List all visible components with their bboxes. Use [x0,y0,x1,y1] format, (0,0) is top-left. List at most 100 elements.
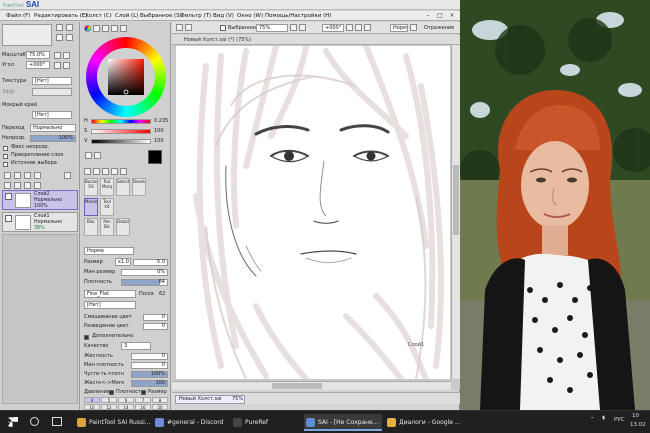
saturation-slider[interactable] [91,129,151,134]
clear-color-icon[interactable] [85,152,92,159]
zoom-select[interactable]: 75% [256,24,288,32]
layer-mask-icon[interactable] [34,172,41,179]
pressure-size-checkbox[interactable] [141,390,146,395]
rotate-reset-icon[interactable] [364,24,371,31]
details-tool[interactable]: Details [116,218,130,236]
hardness-slider[interactable]: 0 [131,353,168,360]
swap-color-icon[interactable] [94,152,101,159]
brush-size-preset[interactable]: 4 [84,397,100,403]
hsv-slider-mode-icon[interactable] [102,25,109,32]
taskbar-item[interactable]: #general - Discord [153,414,228,431]
preserve-opacity-checkbox[interactable] [3,146,8,151]
menu-selection[interactable]: Выбранное (S) [140,13,182,19]
move-icon[interactable] [84,168,91,175]
zoom-in-icon[interactable] [290,24,297,31]
delete-layer-icon[interactable] [34,182,41,189]
texture-select[interactable]: [Нет] [32,77,72,85]
primary-color-swatch[interactable] [148,150,162,164]
rotate-icon[interactable] [102,168,109,175]
horizontal-scroll-thumb[interactable] [272,383,322,389]
menu-canvas[interactable]: Холст (C) [85,13,112,19]
toolkit-tool[interactable]: Tool kit [100,198,114,216]
transfer-down-icon[interactable] [4,182,11,189]
menu-file[interactable]: Файл (F) [6,13,30,19]
advanced-checkbox[interactable] [84,335,89,340]
eye-icon[interactable] [5,215,12,222]
menu-layer[interactable]: Слой (L) [115,13,138,19]
navigator-zoom-out-icon[interactable] [66,24,73,31]
menu-view[interactable]: Вид (V) [213,13,234,19]
taskbar-item[interactable]: PureRef [231,414,301,431]
zoom-plus-icon[interactable] [63,52,70,59]
blend-mode-select[interactable]: Нормально [30,124,76,132]
quality-select[interactable]: 3 [121,342,151,350]
taskbar-item[interactable]: PaintTool SAI Russi... [75,414,150,431]
task-view-icon[interactable] [52,417,62,426]
menu-edit[interactable]: Редактировать (E) [34,13,87,19]
maximize-icon[interactable]: □ [436,12,444,20]
brush-size-preset[interactable]: 5 [101,397,117,403]
angle-minus-icon[interactable] [54,62,61,69]
clock-date[interactable]: 13.02 [630,422,646,428]
zoom-field[interactable]: 75.0% [26,51,50,59]
windows-start-icon[interactable] [8,417,18,427]
close-icon[interactable]: × [448,12,456,20]
smooth-slider[interactable]: 100 [131,380,168,387]
navigator-zoom-in-icon[interactable] [56,24,63,31]
brush-size-preset[interactable]: 8 [152,397,168,403]
rgb-slider-mode-icon[interactable] [93,25,100,32]
layer-item[interactable]: Слой2 Нормально 100% [2,190,78,210]
mode-select[interactable]: Норм [390,24,408,32]
layer-item[interactable]: Слой1 Нормально 38% [2,212,78,232]
angle-plus-icon[interactable] [63,62,70,69]
navigator-preview[interactable] [2,24,52,46]
brush-shape-select[interactable]: Fine_Flat [84,290,136,298]
horizontal-scrollbar[interactable] [172,381,451,390]
brush-mode-select[interactable]: Норма [84,247,134,255]
vertical-scrollbar[interactable] [451,45,460,379]
selection-checkbox[interactable] [220,25,226,31]
clipping-checkbox[interactable] [3,154,8,159]
menu-window[interactable]: Окно (W) [237,13,263,19]
brush-texture-select[interactable]: [Нет] [84,301,136,309]
sensitivity-slider[interactable]: 100% [131,371,168,378]
new-linework-icon[interactable] [14,172,21,179]
zoom-out-icon[interactable] [299,24,306,31]
select-tool[interactable]: Select [116,178,130,196]
color-wheel-mode-icon[interactable] [84,25,91,32]
bucket-tool[interactable]: Bucket Fill [84,178,98,196]
opacity-slider[interactable]: 100% [30,135,76,142]
swatches-mode-icon[interactable] [111,25,118,32]
trash-icon[interactable] [64,172,71,179]
invert-icon[interactable] [185,24,192,31]
menu-filter[interactable]: Фильтр (T) [180,13,211,19]
marker-tool[interactable]: Marker [84,198,98,216]
speaker-icon[interactable]: ◖ [602,415,605,421]
rotation-select[interactable]: +000° [322,24,344,32]
eye-icon[interactable] [5,193,12,200]
selection-source-checkbox[interactable] [3,162,8,167]
zoom-icon[interactable] [93,168,100,175]
blending-slider[interactable]: 0 [143,314,168,321]
ruler-tool[interactable]: Rul Marq [100,178,114,196]
chevron-up-icon[interactable]: ⌃ [590,417,595,423]
scratchpad-mode-icon[interactable] [120,25,127,32]
new-folder-icon[interactable] [24,172,31,179]
effect-field[interactable] [32,88,72,96]
taskbar-item[interactable]: SAI - [Не Сохране... [304,414,382,431]
select-tool-icon[interactable] [176,24,183,31]
color-wheel[interactable] [84,35,168,119]
brush-size-preset[interactable]: 6 [118,397,134,403]
size-multiplier[interactable]: x1.0 [115,258,131,266]
dilution-slider[interactable]: 0 [143,323,168,330]
brush-size-preset[interactable]: 7 [135,397,151,403]
new-layer-icon[interactable] [4,172,11,179]
rotate-right-icon[interactable] [355,24,362,31]
taskbar-item[interactable]: Диалоги - Google ... [385,414,463,431]
wet-edge-select[interactable]: [Нет] [32,111,72,119]
angle-field[interactable]: +000° [26,61,50,69]
size-slider[interactable]: 5.0 [133,259,168,266]
keyboard-language[interactable]: РУС [614,417,625,423]
clock-time[interactable]: 10 [632,413,639,419]
zoom-minus-icon[interactable] [54,52,61,59]
